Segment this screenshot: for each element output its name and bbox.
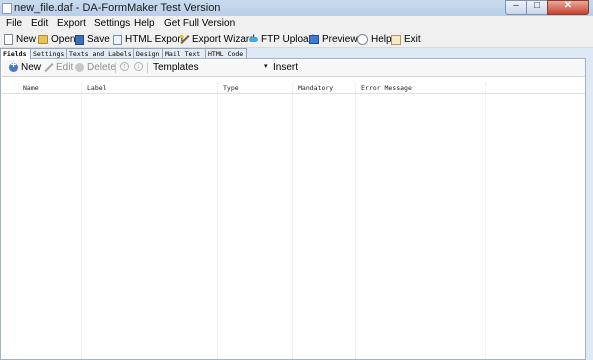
insert-label: Insert: [273, 62, 299, 73]
menu-bar: File Edit Export Settings Help Get Full …: [0, 16, 593, 31]
column-header-name[interactable]: Name: [23, 84, 39, 92]
open-button[interactable]: Open: [38, 33, 75, 46]
tab-settings[interactable]: Settings: [30, 48, 67, 58]
arrow-down-icon: ↓: [134, 62, 143, 71]
chevron-down-icon[interactable]: ▾: [264, 62, 268, 70]
help-button-label: Help: [371, 34, 392, 45]
title-bar: new_file.daf - DA-FormMaker Test Version…: [0, 0, 593, 16]
export-wizard-button-label: Export Wizard: [192, 34, 255, 45]
window-controls: – □ ✕: [505, 0, 589, 15]
save-button-label: Save: [87, 34, 110, 45]
new-file-icon: [4, 34, 13, 45]
exit-icon: [391, 34, 401, 45]
window-edge: [586, 58, 593, 360]
new-field-button[interactable]: New: [9, 60, 42, 73]
insert-button[interactable]: Insert: [273, 62, 298, 73]
pencil-icon: [44, 63, 53, 72]
ftp-icon: [249, 35, 258, 44]
menu-get-full-version[interactable]: Get Full Version: [164, 18, 235, 29]
html-export-button[interactable]: HTML Export: [113, 33, 184, 46]
delete-field-button[interactable]: Delete: [75, 62, 116, 73]
exit-button[interactable]: Exit: [391, 33, 421, 46]
wizard-icon: [180, 35, 189, 44]
new-button[interactable]: New: [4, 33, 36, 46]
ftp-upload-button-label: FTP Upload: [261, 34, 315, 45]
column-divider: [485, 83, 486, 359]
minimize-button[interactable]: –: [505, 0, 527, 15]
column-header-label[interactable]: Label: [87, 84, 107, 92]
toolbar-separator: [115, 63, 116, 73]
html-export-icon: [113, 34, 122, 45]
tab-mail-text[interactable]: Mail Text: [162, 48, 206, 58]
column-divider: [81, 83, 82, 359]
tab-design[interactable]: Design: [133, 48, 163, 58]
move-up-button[interactable]: ↑: [120, 62, 129, 71]
templates-dropdown[interactable]: Templates: [153, 62, 199, 73]
save-button[interactable]: Save: [75, 33, 110, 46]
tab-fields[interactable]: Fields: [0, 48, 31, 59]
column-divider: [292, 83, 293, 359]
preview-icon: [309, 35, 319, 44]
column-header-error-message[interactable]: Error Message: [361, 84, 412, 92]
close-icon: ✕: [563, 0, 573, 11]
open-button-label: Open: [51, 34, 76, 45]
main-toolbar: New Open Save HTML Export Export Wizard …: [0, 31, 593, 48]
column-divider: [355, 83, 356, 359]
column-header-type[interactable]: Type: [223, 84, 239, 92]
save-icon: [75, 34, 84, 45]
delete-icon: [75, 63, 84, 72]
tab-texts-and-labels[interactable]: Texts and Labels: [66, 48, 134, 58]
window-title: new_file.daf - DA-FormMaker Test Version: [14, 2, 221, 14]
html-export-button-label: HTML Export: [125, 34, 184, 45]
menu-export[interactable]: Export: [57, 18, 86, 29]
fields-panel: New Edit Delete ↑ ↓ Templates ▾ Insert N…: [0, 58, 586, 360]
export-wizard-button[interactable]: Export Wizard: [180, 33, 255, 46]
new-field-label: New: [21, 62, 42, 73]
templates-label: Templates: [153, 62, 199, 73]
minimize-icon: –: [513, 0, 519, 11]
ftp-upload-button[interactable]: FTP Upload: [249, 33, 314, 46]
new-button-label: New: [16, 34, 37, 45]
exit-button-label: Exit: [404, 34, 421, 45]
menu-edit[interactable]: Edit: [31, 18, 48, 29]
preview-button[interactable]: Preview: [309, 33, 358, 46]
maximize-button[interactable]: □: [526, 0, 548, 15]
edit-field-label: Edit: [56, 62, 74, 73]
fields-grid-header: Name Label Type Mandatory Error Message: [2, 83, 585, 94]
app-icon: [2, 3, 12, 14]
help-button[interactable]: Help: [357, 33, 392, 46]
move-down-button[interactable]: ↓: [134, 62, 143, 71]
help-icon: [357, 34, 368, 45]
delete-field-label: Delete: [87, 62, 116, 73]
menu-help[interactable]: Help: [134, 18, 155, 29]
menu-file[interactable]: File: [6, 18, 22, 29]
tab-html-code[interactable]: HTML Code: [205, 48, 247, 58]
column-divider: [217, 83, 218, 359]
edit-field-button[interactable]: Edit: [44, 62, 73, 73]
preview-button-label: Preview: [322, 34, 358, 45]
add-icon: [9, 60, 18, 72]
column-header-mandatory[interactable]: Mandatory: [298, 84, 333, 92]
fields-toolbar: New Edit Delete ↑ ↓ Templates ▾ Insert: [2, 60, 585, 77]
close-button[interactable]: ✕: [547, 0, 589, 15]
menu-settings[interactable]: Settings: [94, 18, 130, 29]
arrow-up-icon: ↑: [120, 62, 129, 71]
toolbar-separator: [147, 63, 148, 73]
folder-icon: [38, 35, 48, 44]
maximize-icon: □: [533, 0, 541, 11]
